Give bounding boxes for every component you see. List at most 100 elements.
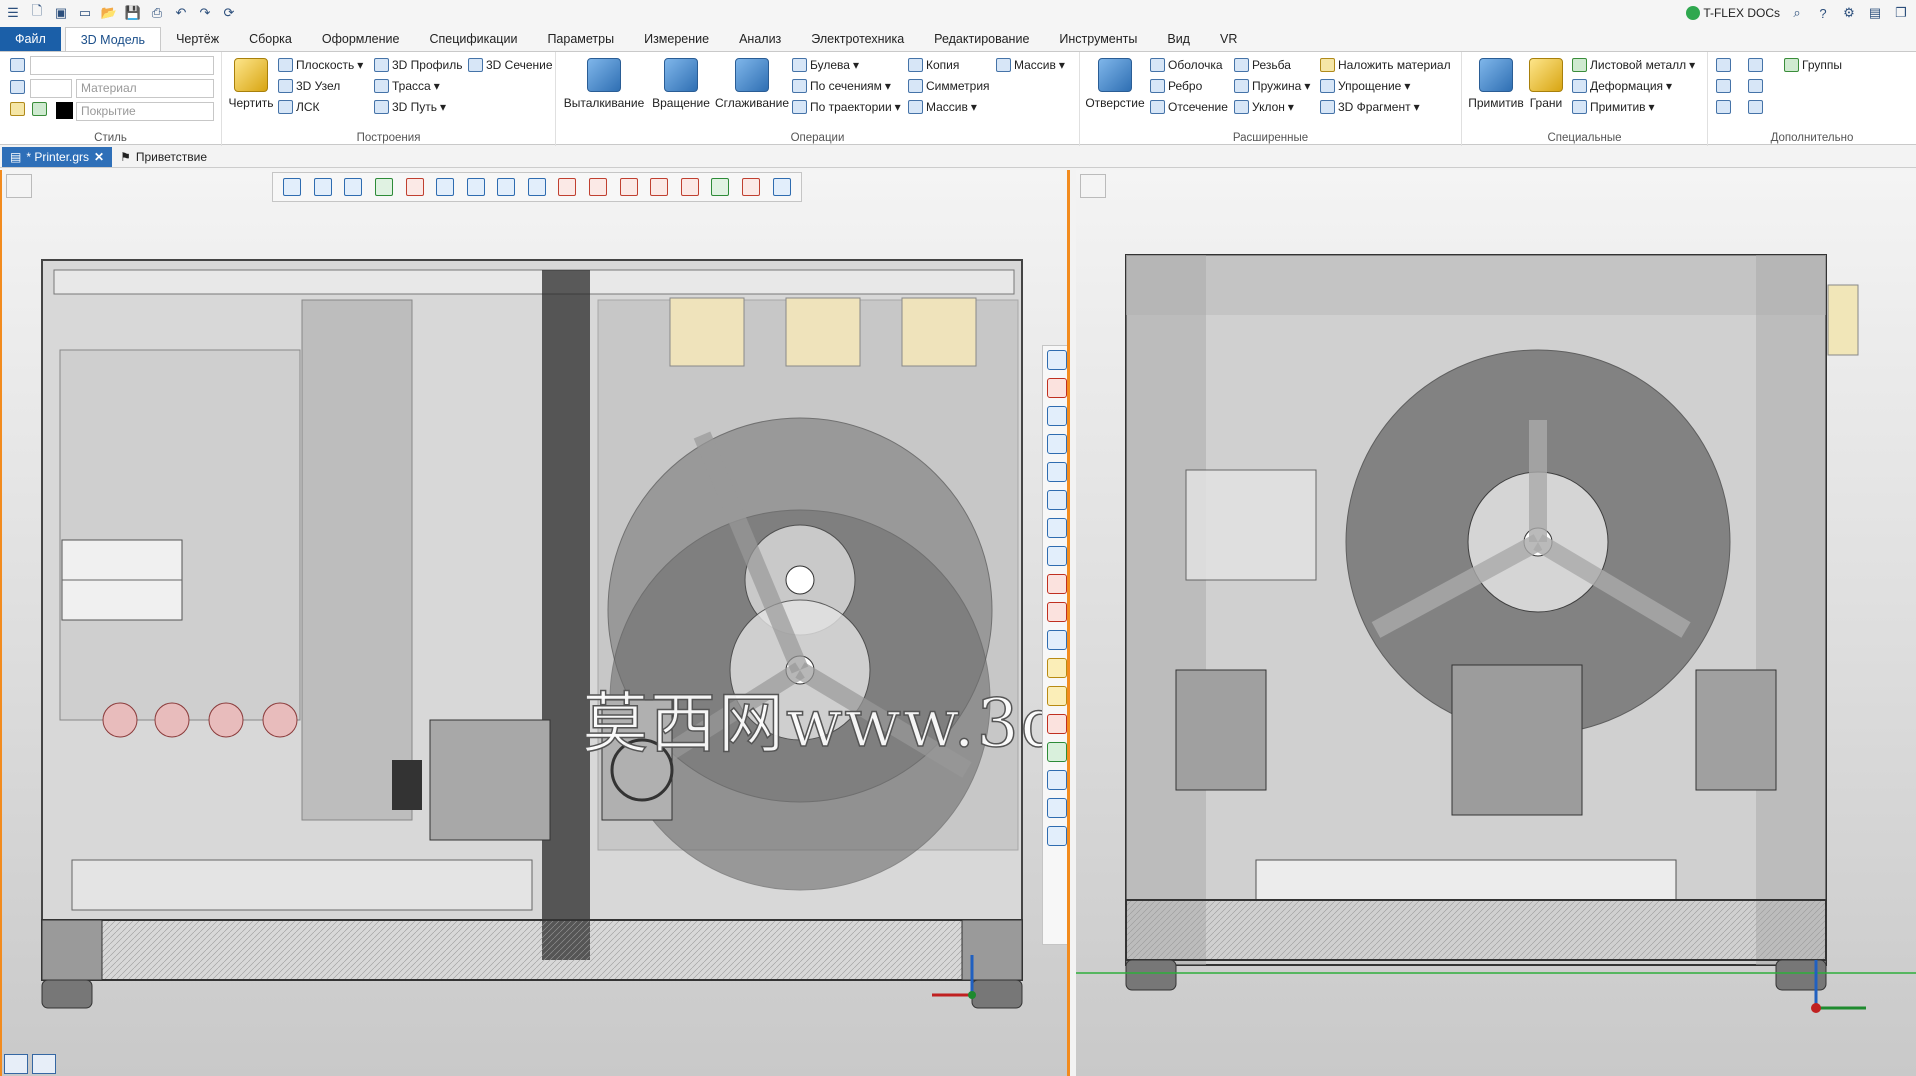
levels-icon[interactable] — [10, 80, 25, 94]
node3d-button[interactable]: 3D Узел — [278, 79, 340, 93]
viewport-front[interactable]: 莫西网www.3dmox.com — [0, 170, 1070, 1076]
redo-icon[interactable]: ↷ — [196, 5, 214, 21]
close-icon[interactable]: ✕ — [94, 147, 104, 167]
select-all-icon[interactable] — [375, 178, 394, 196]
array-button-1[interactable]: Массив ▾ — [996, 58, 1065, 72]
table-tool-icon[interactable] — [1748, 100, 1763, 114]
check-icon[interactable] — [1047, 574, 1067, 594]
array-button-2[interactable]: Массив ▾ — [908, 100, 977, 114]
section-view-icon[interactable] — [1047, 630, 1067, 650]
lcs-select-icon[interactable] — [497, 178, 516, 196]
loop-select-icon[interactable] — [650, 178, 669, 196]
zoom-window-icon[interactable] — [1047, 434, 1067, 454]
filter-icon[interactable] — [283, 178, 302, 196]
layout-icon[interactable]: ▤ — [1866, 5, 1884, 21]
double-check-icon[interactable] — [1047, 602, 1067, 622]
tab-analysis[interactable]: Анализ — [724, 27, 796, 51]
copy-button[interactable]: Копия — [908, 58, 959, 72]
axis-tool-icon[interactable] — [1716, 79, 1731, 93]
tflex-docs-logo[interactable]: T-FLEX DOCs — [1686, 6, 1780, 21]
filter-list-icon[interactable] — [344, 178, 363, 196]
tab-assembly[interactable]: Сборка — [234, 27, 307, 51]
deformation-button[interactable]: Деформация ▾ — [1572, 79, 1672, 93]
shade-icon[interactable] — [1047, 686, 1067, 706]
save-icon[interactable]: 💾 — [124, 5, 142, 21]
operation-select-icon[interactable] — [711, 178, 730, 196]
plane-select-icon[interactable] — [436, 178, 455, 196]
window-icon[interactable]: ▭ — [76, 5, 94, 21]
split-view-icon[interactable] — [4, 1054, 28, 1074]
zoom-icon[interactable] — [1047, 406, 1067, 426]
undo-icon[interactable]: ↶ — [172, 5, 190, 21]
color-swatch[interactable] — [56, 102, 73, 119]
axis-select-icon[interactable] — [466, 178, 485, 196]
tab-view[interactable]: Вид — [1152, 27, 1205, 51]
paint-icon[interactable] — [10, 102, 25, 116]
tab-formatting[interactable]: Оформление — [307, 27, 415, 51]
new-model-icon[interactable]: ▣ — [52, 5, 70, 21]
slope-button[interactable]: Уклон ▾ — [1234, 100, 1294, 114]
open-folder-icon[interactable]: 📂 — [100, 5, 118, 21]
hole-button[interactable]: Отверстие — [1084, 58, 1146, 110]
tab-specifications[interactable]: Спецификации — [414, 27, 532, 51]
show-icon[interactable] — [1047, 490, 1067, 510]
by-trajectory-button[interactable]: По траектории ▾ — [792, 100, 901, 114]
clip-tool-icon[interactable] — [1748, 58, 1763, 72]
material-select[interactable]: Материал — [76, 79, 214, 98]
assembly-select-icon[interactable] — [772, 178, 791, 196]
style-select[interactable] — [30, 56, 214, 75]
coating-select[interactable]: Покрытие — [76, 102, 214, 121]
deselect-icon[interactable] — [405, 178, 424, 196]
thread-button[interactable]: Резьба — [1234, 58, 1291, 72]
apply-material-button[interactable]: Наложить материал — [1320, 58, 1451, 72]
rib-button[interactable]: Ребро — [1150, 79, 1202, 93]
rotate-button[interactable]: Вращение — [648, 58, 714, 110]
color-palette-icon[interactable] — [32, 102, 47, 116]
tab-file[interactable]: Файл — [0, 27, 61, 51]
extrude-button[interactable]: Выталкивание — [562, 58, 646, 110]
model-front-view[interactable] — [2, 200, 1042, 1076]
section3d-button[interactable]: 3D Сечение — [468, 58, 553, 72]
tree-toggle-icon[interactable] — [6, 174, 32, 198]
faces-button[interactable]: Грани — [1524, 58, 1568, 110]
lsk-button[interactable]: ЛСК — [278, 100, 320, 114]
tab-measurement[interactable]: Измерение — [629, 27, 724, 51]
search-icon[interactable]: ⌕ — [1788, 5, 1806, 21]
fragment-select-icon[interactable] — [741, 178, 760, 196]
menu-icon[interactable]: ☰ — [4, 5, 22, 21]
doc-tab-welcome[interactable]: ⚑ Приветствие — [112, 147, 215, 167]
tab-vr[interactable]: VR — [1205, 27, 1252, 51]
simplify-button[interactable]: Упрощение ▾ — [1320, 79, 1410, 93]
shell-button[interactable]: Оболочка — [1150, 58, 1223, 72]
tab-electrical[interactable]: Электротехника — [796, 27, 919, 51]
hide-icon[interactable] — [1047, 518, 1067, 538]
tab-parameters[interactable]: Параметры — [532, 27, 629, 51]
regenerate-icon[interactable]: ⟳ — [220, 5, 238, 21]
fragment3d-button[interactable]: 3D Фрагмент ▾ — [1320, 100, 1420, 114]
wrench-icon[interactable] — [1047, 798, 1067, 818]
path3d-button[interactable]: 3D Путь ▾ — [374, 100, 446, 114]
groups-button[interactable]: Группы — [1784, 58, 1842, 72]
visibility-icon[interactable] — [1047, 546, 1067, 566]
curve-select-icon[interactable] — [527, 178, 546, 196]
explode-icon[interactable] — [1047, 714, 1067, 734]
sheet-metal-button[interactable]: Листовой металл ▾ — [1572, 58, 1695, 72]
primitive2-button[interactable]: Примитив ▾ — [1572, 100, 1655, 114]
tab-tools[interactable]: Инструменты — [1044, 27, 1152, 51]
primitive-button[interactable]: Примитив — [1466, 58, 1526, 110]
route-button[interactable]: Трасса ▾ — [374, 79, 440, 93]
grid-tool-icon[interactable] — [1716, 58, 1731, 72]
window-restore-icon[interactable]: ❐ — [1892, 5, 1910, 21]
profile3d-button[interactable]: 3D Профиль — [374, 58, 462, 72]
face-select-icon[interactable] — [589, 178, 608, 196]
filter-edit-icon[interactable] — [313, 178, 332, 196]
cut-button[interactable]: Отсечение — [1150, 100, 1228, 114]
doc-tab-printer[interactable]: ▤ * Printer.grs ✕ — [2, 146, 113, 167]
edge-select-icon[interactable] — [619, 178, 638, 196]
zoom-all-icon[interactable] — [1047, 462, 1067, 482]
render-icon[interactable] — [1047, 742, 1067, 762]
print-icon[interactable]: ⎙ — [148, 5, 166, 21]
help-icon[interactable]: ? — [1814, 5, 1832, 21]
body-select-icon[interactable] — [558, 178, 577, 196]
measure-tool-icon[interactable] — [1748, 79, 1763, 93]
